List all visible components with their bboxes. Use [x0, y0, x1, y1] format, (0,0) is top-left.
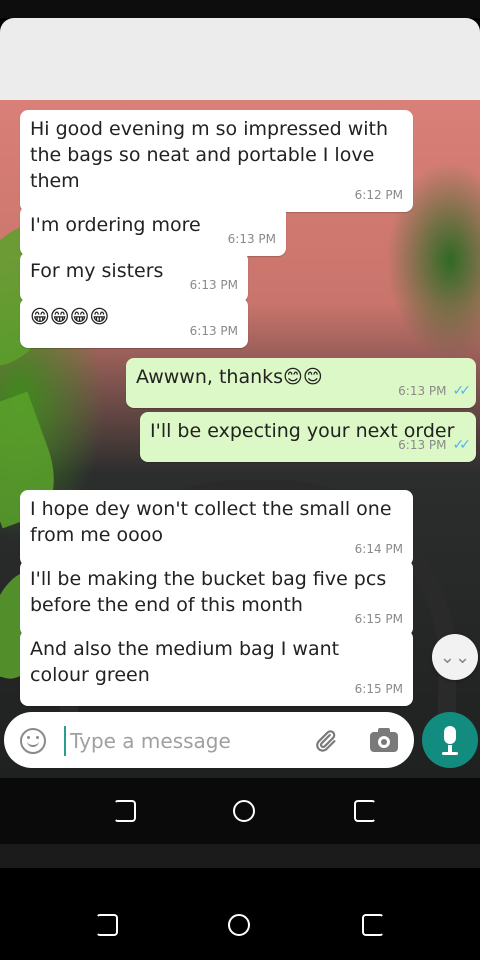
- message-bubble-outgoing[interactable]: I'll be expecting your next order 6:13 P…: [140, 412, 476, 462]
- message-composer[interactable]: [4, 712, 414, 768]
- attach-icon[interactable]: [312, 728, 338, 754]
- message-bubble-incoming[interactable]: 😁😁😁😁 6:13 PM: [20, 298, 248, 348]
- message-time: 6:15 PM: [354, 682, 403, 696]
- navigation-bar: [0, 778, 480, 844]
- back-nav-icon[interactable]: [114, 800, 136, 822]
- message-text: For my sisters: [30, 260, 164, 282]
- message-bubble-incoming[interactable]: I'll be making the bucket bag five pcs b…: [20, 560, 413, 636]
- message-text: I hope dey won't collect the small one f…: [30, 498, 398, 546]
- message-meta: 6:13 PM ✓✓: [398, 378, 472, 404]
- emoji-icon[interactable]: [20, 728, 46, 754]
- home-nav-icon[interactable]: [233, 800, 255, 822]
- message-time: 6:12 PM: [354, 188, 403, 202]
- scroll-to-bottom-button[interactable]: ⌄⌄: [432, 634, 478, 680]
- back-nav-icon[interactable]: [96, 914, 118, 936]
- message-time: 6:13 PM: [398, 384, 447, 398]
- message-bubble-incoming[interactable]: And also the medium bag I want colour gr…: [20, 630, 413, 706]
- navigation-bar: [0, 890, 480, 956]
- message-bubble-incoming[interactable]: I hope dey won't collect the small one f…: [20, 490, 413, 566]
- message-text: I'll be making the bucket bag five pcs b…: [30, 568, 393, 616]
- text-cursor: [64, 726, 66, 756]
- chat-area[interactable]: Hi good evening m so impressed with the …: [0, 100, 480, 778]
- message-meta: 6:15 PM: [355, 606, 403, 632]
- message-time: 6:15 PM: [354, 612, 403, 626]
- message-text: Awwwn, thanks😊😊: [136, 366, 323, 388]
- message-meta: 6:12 PM: [355, 182, 403, 208]
- message-time: 6:13 PM: [189, 324, 238, 338]
- home-nav-icon[interactable]: [228, 914, 250, 936]
- message-meta: 6:13 PM: [228, 226, 276, 252]
- message-text: And also the medium bag I want colour gr…: [30, 638, 346, 686]
- message-meta: 6:14 PM: [355, 536, 403, 562]
- message-time: 6:13 PM: [398, 438, 447, 452]
- message-time: 6:13 PM: [189, 278, 238, 292]
- message-time: 6:13 PM: [227, 232, 276, 246]
- top-strip: [0, 0, 480, 18]
- recents-nav-icon[interactable]: [362, 914, 384, 936]
- read-receipt-icon: ✓✓: [452, 437, 472, 453]
- message-bubble-outgoing[interactable]: Awwwn, thanks😊😊 6:13 PM ✓✓: [126, 358, 476, 408]
- message-meta: 6:15 PM: [355, 676, 403, 702]
- message-meta: 6:13 PM: [190, 272, 238, 298]
- message-text: I'm ordering more: [30, 214, 201, 236]
- chat-header: [0, 18, 480, 100]
- camera-icon[interactable]: [370, 726, 400, 752]
- message-bubble-incoming[interactable]: Hi good evening m so impressed with the …: [20, 110, 413, 212]
- voice-message-button[interactable]: [422, 712, 478, 768]
- chevron-double-down-icon: ⌄⌄: [439, 646, 471, 668]
- message-text: 😁😁😁😁: [30, 306, 110, 328]
- message-bubble-incoming[interactable]: I'm ordering more 6:13 PM: [20, 206, 286, 256]
- screenshot-gap: [0, 844, 480, 868]
- message-input[interactable]: [68, 724, 292, 758]
- message-time: 6:14 PM: [354, 542, 403, 556]
- read-receipt-icon: ✓✓: [452, 383, 472, 399]
- recents-nav-icon[interactable]: [354, 800, 376, 822]
- message-meta: 6:13 PM: [190, 318, 238, 344]
- message-bubble-incoming[interactable]: For my sisters 6:13 PM: [20, 252, 248, 302]
- message-meta: 6:13 PM ✓✓: [398, 432, 472, 458]
- message-text: Hi good evening m so impressed with the …: [30, 118, 395, 192]
